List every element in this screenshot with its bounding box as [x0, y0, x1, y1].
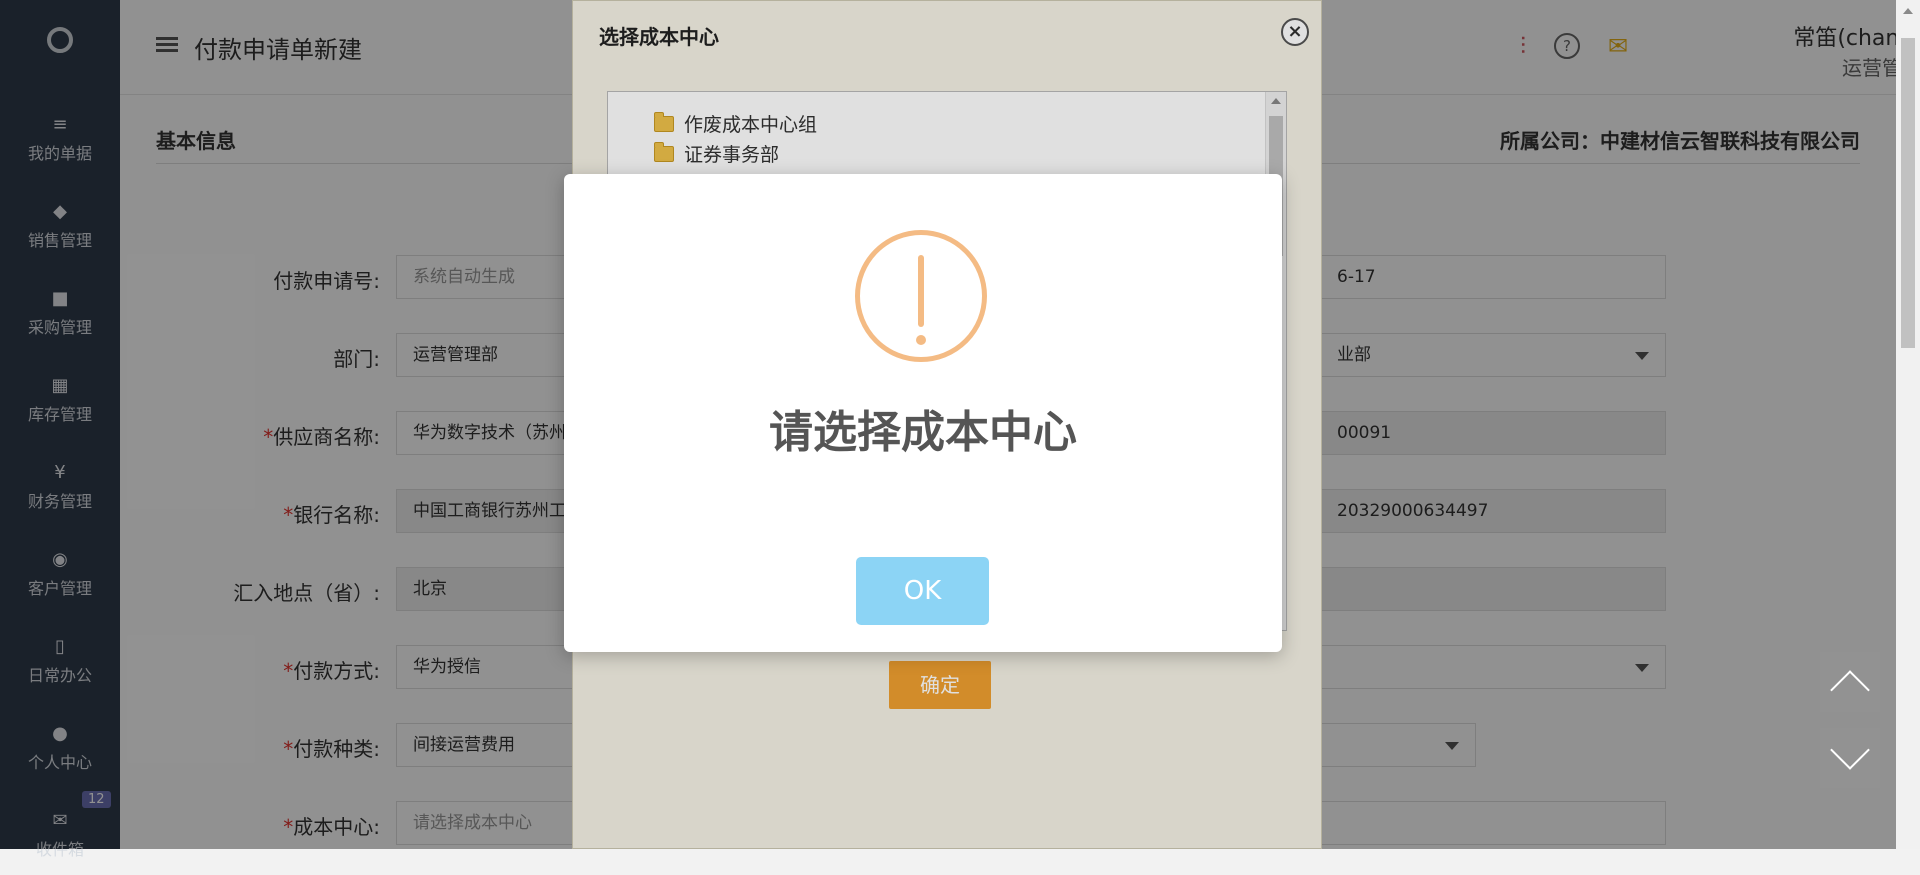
alert-message: 请选择成本中心 — [769, 407, 1077, 458]
chevron-up-icon — [1830, 670, 1870, 710]
chevron-down-icon — [1830, 730, 1870, 770]
scroll-bottom-button[interactable] — [1820, 728, 1880, 788]
scroll-top-button[interactable] — [1820, 652, 1880, 712]
ok-button[interactable]: OK — [856, 557, 989, 625]
exclamation-icon — [855, 230, 987, 362]
page-scrollbar[interactable] — [1896, 0, 1920, 849]
warning-alert: 请选择成本中心 OK — [564, 174, 1282, 652]
